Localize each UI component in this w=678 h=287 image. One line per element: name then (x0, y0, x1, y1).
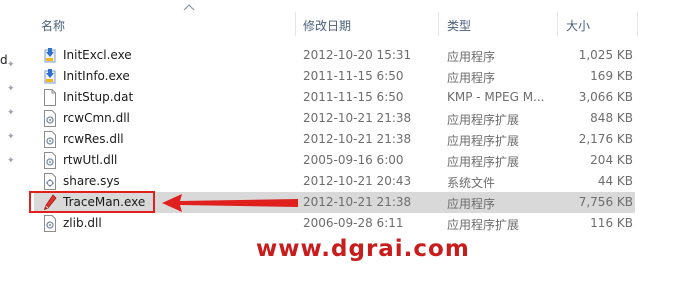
file-size: 3,066 KB (578, 90, 633, 104)
annotation-arrow-icon (162, 194, 298, 212)
pin-icon[interactable]: ✦ (7, 132, 17, 142)
file-type: 应用程序扩展 (447, 218, 520, 232)
column-divider[interactable] (557, 12, 558, 36)
file-name: zlib.dll (63, 216, 102, 230)
column-divider[interactable] (295, 12, 296, 36)
file-date: 2012-10-21 21:38 (303, 195, 412, 209)
blank-file-icon (44, 89, 56, 106)
column-header-date[interactable]: 修改日期 (303, 17, 351, 34)
file-type: 应用程序扩展 (447, 155, 520, 169)
column-header-size[interactable]: 大小 (566, 17, 590, 34)
file-size: 44 KB (597, 174, 633, 188)
file-row[interactable]: rtwUtl.dll 2005-09-16 6:00 应用程序扩展 204 KB (34, 150, 635, 171)
pin-icon[interactable]: ✦ (7, 84, 17, 94)
sys-file-icon (44, 173, 56, 190)
file-row[interactable]: zlib.dll 2006-09-28 6:11 应用程序扩展 116 KB (34, 213, 635, 234)
watermark-text: www.dgrai.com (256, 236, 470, 262)
file-size: 116 KB (590, 216, 633, 230)
pin-icon[interactable]: ✦ (7, 60, 17, 70)
file-date: 2006-09-28 6:11 (303, 216, 404, 230)
file-size: 169 KB (590, 69, 633, 83)
column-header-bar: 名称 修改日期 类型 大小 (24, 0, 678, 38)
column-header-type[interactable]: 类型 (447, 17, 471, 34)
column-header-name[interactable]: 名称 (41, 17, 65, 34)
installer-exe-icon (44, 69, 56, 84)
pin-icon[interactable]: ✦ (7, 156, 17, 166)
installer-exe-icon (44, 48, 56, 63)
file-row[interactable]: InitInfo.exe 2011-11-15 6:50 应用程序 169 KB (34, 66, 635, 87)
highlight-box (29, 191, 155, 213)
file-name: InitStup.dat (63, 90, 134, 104)
file-type: 应用程序扩展 (447, 113, 520, 127)
file-size: 848 KB (590, 111, 633, 125)
sort-ascending-icon[interactable] (182, 2, 196, 12)
file-date: 2012-10-21 21:38 (303, 132, 412, 146)
dll-file-icon (44, 152, 56, 169)
file-type: 应用程序 (447, 71, 496, 85)
file-name: InitExcl.exe (63, 48, 132, 62)
file-type: 应用程序扩展 (447, 134, 520, 148)
pin-icon[interactable]: ✦ (7, 108, 17, 118)
file-size: 2,176 KB (578, 132, 633, 146)
file-type: 系统文件 (447, 176, 496, 190)
file-date: 2005-09-16 6:00 (303, 153, 404, 167)
file-date: 2012-10-21 21:38 (303, 111, 412, 125)
file-row[interactable]: InitExcl.exe 2012-10-20 15:31 应用程序 1,025… (34, 45, 635, 66)
navigation-pane: d ✦ ✦ ✦ ✦ ✦ (0, 0, 22, 287)
dll-file-icon (44, 110, 56, 127)
dll-file-icon (44, 131, 56, 148)
file-type: KMP - MPEG M... (447, 90, 545, 104)
file-size: 204 KB (590, 153, 633, 167)
file-date: 2012-10-21 20:43 (303, 174, 412, 188)
file-size: 7,756 KB (578, 195, 633, 209)
file-date: 2011-11-15 6:50 (303, 90, 404, 104)
file-size: 1,025 KB (578, 48, 633, 62)
file-row[interactable]: rcwRes.dll 2012-10-21 21:38 应用程序扩展 2,176… (34, 129, 635, 150)
column-divider[interactable] (438, 12, 439, 36)
file-row[interactable]: rcwCmn.dll 2012-10-21 21:38 应用程序扩展 848 K… (34, 108, 635, 129)
file-name: rcwRes.dll (63, 132, 124, 146)
file-name: rtwUtl.dll (63, 153, 118, 167)
column-divider[interactable] (637, 12, 638, 36)
file-name: share.sys (63, 174, 120, 188)
file-date: 2011-11-15 6:50 (303, 69, 404, 83)
file-type: 应用程序 (447, 197, 496, 211)
file-date: 2012-10-20 15:31 (303, 48, 412, 62)
file-row[interactable]: share.sys 2012-10-21 20:43 系统文件 44 KB (34, 171, 635, 192)
dll-file-icon (44, 215, 56, 232)
file-name: InitInfo.exe (63, 69, 130, 83)
file-type: 应用程序 (447, 50, 496, 64)
file-name: rcwCmn.dll (63, 111, 130, 125)
file-row[interactable]: InitStup.dat 2011-11-15 6:50 KMP - MPEG … (34, 87, 635, 108)
